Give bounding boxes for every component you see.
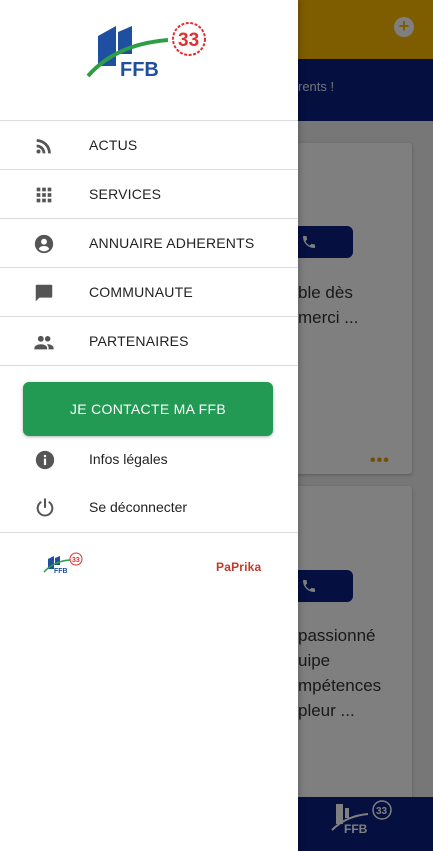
- footer-ffb-badge: 33: [72, 557, 80, 564]
- menu-item-communaute[interactable]: COMMUNAUTE: [0, 268, 298, 317]
- menu-item-label: SERVICES: [89, 186, 162, 202]
- info-icon: [35, 450, 55, 470]
- drawer-header: FFB 33: [0, 0, 298, 121]
- logo-text: FFB: [120, 59, 159, 81]
- power-icon: [36, 498, 54, 517]
- menu-item-legal[interactable]: Infos légales: [0, 436, 298, 484]
- menu-item-label: ANNUAIRE ADHERENTS: [89, 235, 255, 251]
- drawer-menu: ACTUS SERVICES ANNUAIRE ADHERENTS COMMUN…: [0, 121, 298, 366]
- side-drawer: FFB 33 ACTUS SERVICES ANNUAIRE ADHERENTS…: [0, 0, 298, 851]
- rss-icon: [36, 139, 51, 154]
- menu-item-actus[interactable]: ACTUS: [0, 121, 298, 170]
- logo-badge: 33: [178, 30, 199, 51]
- menu-item-logout[interactable]: Se déconnecter: [0, 484, 298, 533]
- paprika-logo: PaPrika: [216, 560, 262, 574]
- ffb-logo: FFB 33: [86, 22, 206, 81]
- people-icon: [34, 335, 54, 350]
- footer-ffb-logo: FFB 33: [43, 552, 83, 575]
- menu-item-label: Infos légales: [89, 451, 168, 467]
- menu-item-label: COMMUNAUTE: [89, 284, 193, 300]
- menu-item-partenaires[interactable]: PARTENAIRES: [0, 317, 298, 366]
- menu-item-services[interactable]: SERVICES: [0, 170, 298, 219]
- contact-ffb-button[interactable]: JE CONTACTE MA FFB: [23, 382, 273, 436]
- menu-item-label: ACTUS: [89, 137, 138, 153]
- menu-item-annuaire[interactable]: ANNUAIRE ADHERENTS: [0, 219, 298, 268]
- grid-icon: [36, 187, 52, 203]
- chat-bubble-icon: [35, 284, 53, 302]
- account-circle-icon: [34, 234, 54, 254]
- menu-item-label: PARTENAIRES: [89, 333, 189, 349]
- footer-ffb-text: FFB: [54, 568, 68, 575]
- menu-item-label: Se déconnecter: [89, 499, 188, 515]
